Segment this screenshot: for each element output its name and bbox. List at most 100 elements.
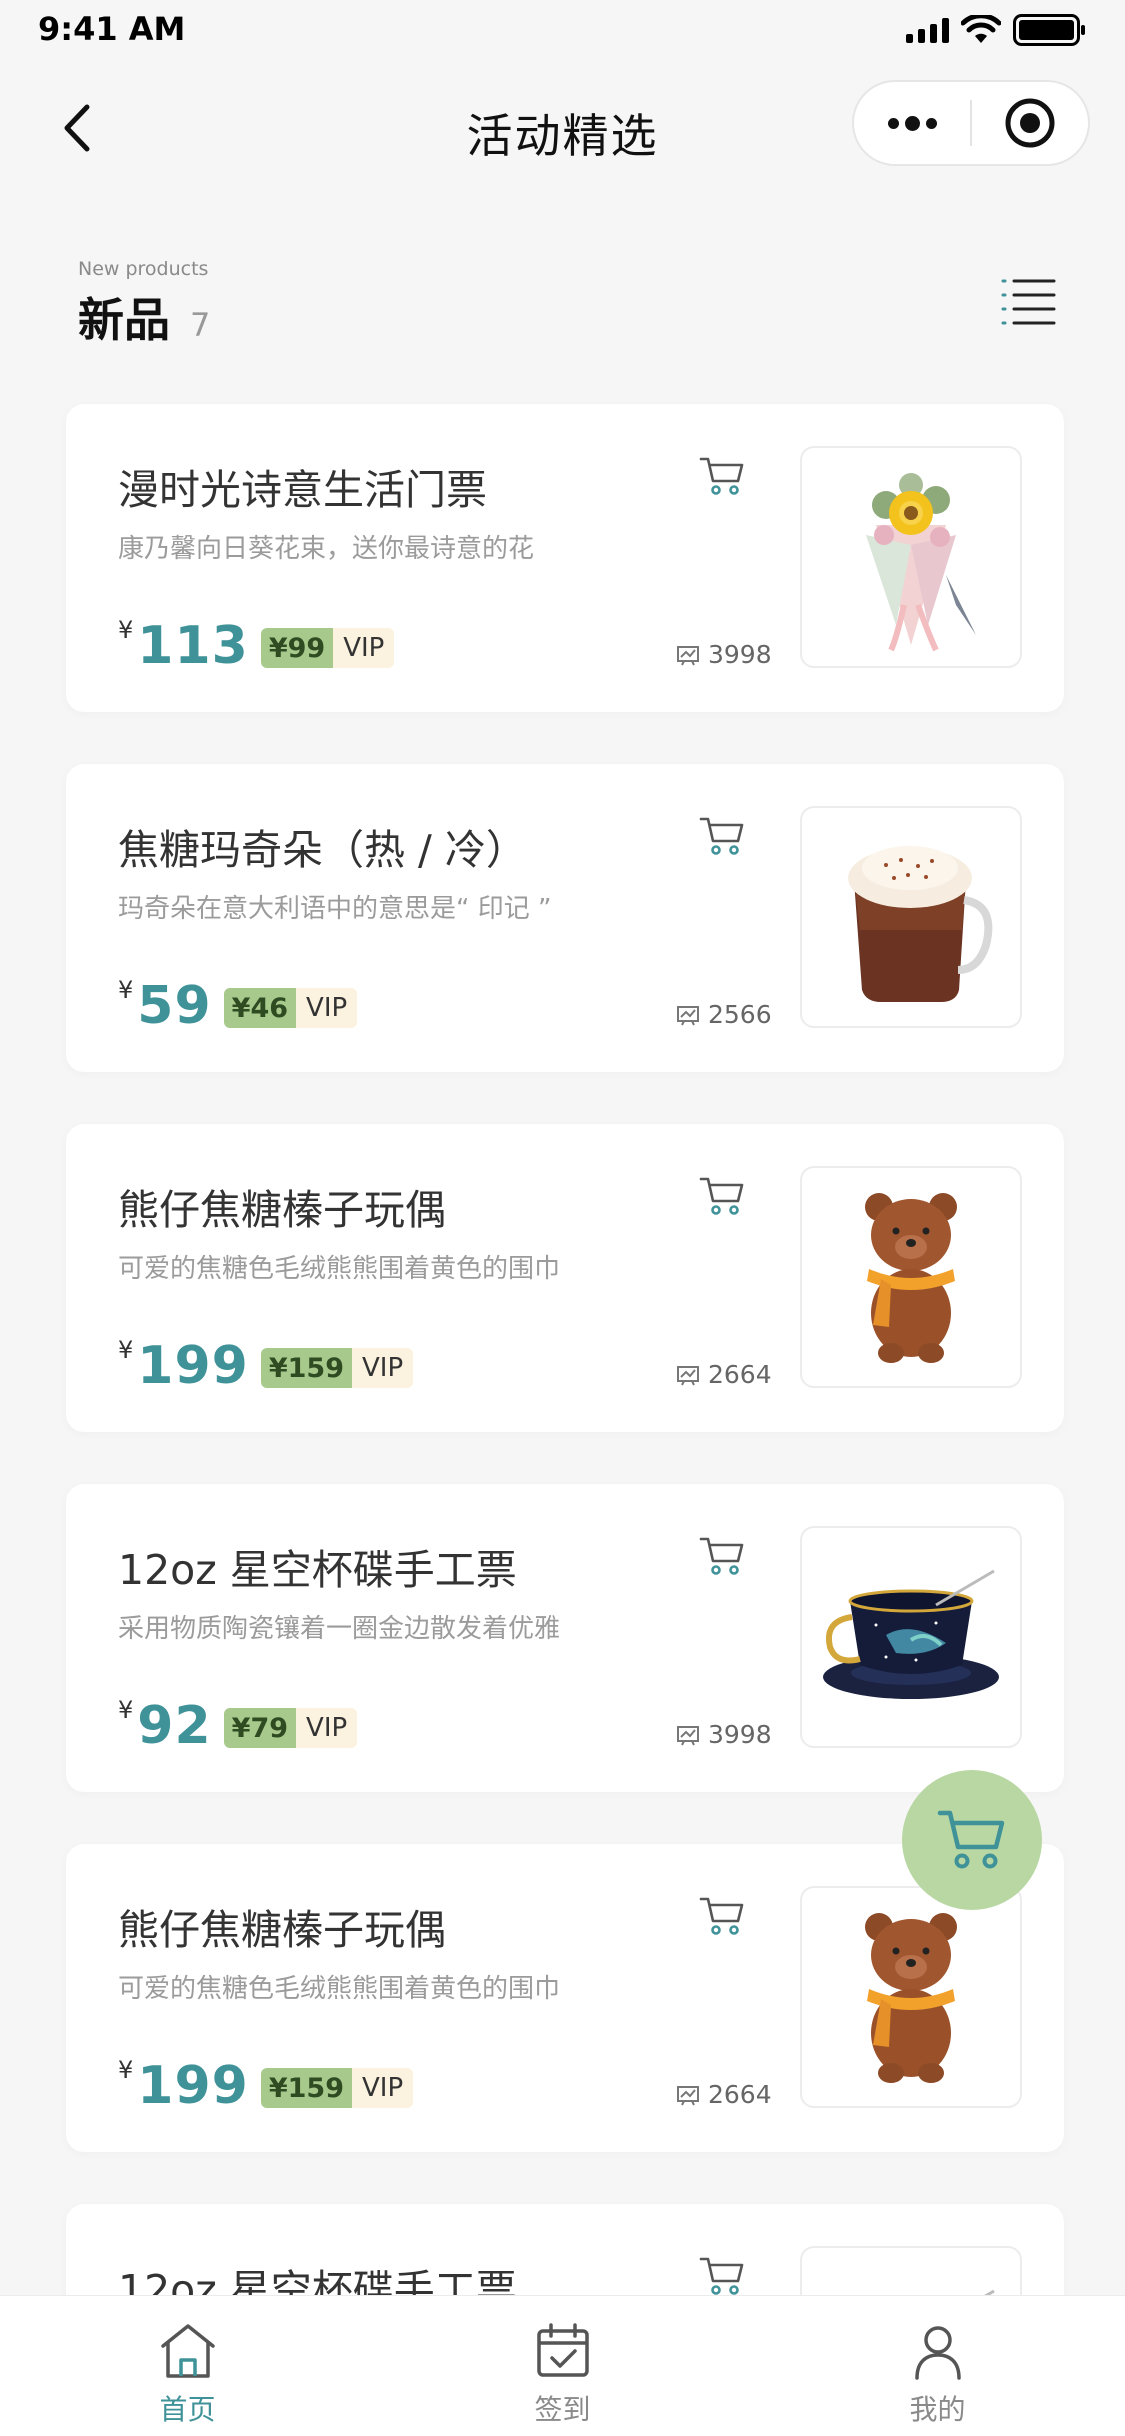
product-card[interactable]: 焦糖玛奇朵（热 / 冷） 玛奇朵在意大利语中的意思是“ 印记 ” ¥59 ¥46 VIP…	[66, 764, 1064, 1072]
calendar-check-icon	[536, 2323, 589, 2377]
tab-checkin[interactable]: 签到	[375, 2296, 750, 2436]
currency-symbol: ¥	[118, 1696, 134, 1724]
product-card[interactable]: 熊仔焦糖榛子玩偶可爱的焦糖色毛绒熊熊围着黄色的围巾 ¥199 ¥159 VIP 2664	[66, 1124, 1064, 1432]
nav-bar: 活动精选	[0, 60, 1125, 190]
section-subtitle: New products	[78, 258, 209, 280]
product-description: 采用物质陶瓷镶着一圈金边散发着优雅	[118, 1614, 561, 1644]
currency-symbol: ¥	[118, 616, 134, 644]
sales-count: 2566	[676, 1000, 772, 1029]
product-image[interactable]	[800, 2246, 1022, 2295]
product-price: 92	[137, 1696, 212, 1756]
list-view-icon[interactable]	[1000, 276, 1058, 328]
product-price: 113	[137, 616, 249, 676]
shopping-cart-icon	[937, 1810, 1005, 1869]
home-icon	[160, 2324, 215, 2378]
product-card[interactable]: 12oz 星空杯碟手工票采用物质陶瓷镶着一圈金边散发着优雅 ¥92 ¥79 VIP 39…	[66, 1484, 1064, 1792]
teddy-bear-image	[851, 1905, 971, 2089]
sales-number: 2566	[708, 1000, 772, 1029]
vip-price-tag: ¥159 VIP	[260, 2068, 414, 2108]
sales-number: 2664	[708, 1360, 772, 1389]
product-image[interactable]	[800, 806, 1022, 1028]
user-icon	[914, 2326, 961, 2380]
price-row: ¥199 ¥159 VIP	[118, 1332, 414, 1396]
vip-price-tag: ¥159 VIP	[260, 1348, 414, 1388]
product-description: 玛奇朵在意大利语中的意思是“ 印记 ”	[118, 894, 552, 924]
mini-program-capsule	[852, 80, 1090, 166]
product-image[interactable]	[800, 1166, 1022, 1388]
status-icons	[906, 14, 1087, 46]
chart-icon	[677, 2085, 699, 2105]
vip-price: ¥159	[260, 1348, 352, 1388]
chart-icon	[677, 645, 699, 665]
sales-number: 3998	[708, 640, 772, 669]
product-price: 59	[137, 976, 212, 1036]
product-card[interactable]: 12oz 星空杯碟手工票	[66, 2204, 1064, 2295]
vip-label: VIP	[351, 2068, 414, 2108]
currency-symbol: ¥	[118, 1336, 134, 1364]
currency-symbol: ¥	[118, 976, 134, 1004]
product-name: 12oz 星空杯碟手工票	[118, 1546, 517, 1594]
product-price: 199	[137, 1336, 249, 1396]
section-header: New products 新品 7	[78, 258, 1058, 348]
vip-price: ¥99	[260, 628, 334, 668]
product-list: 漫时光诗意生活门票 康乃馨向日葵花束，送你最诗意的花 ¥113 ¥99 VIP 3998 焦…	[0, 400, 1125, 2295]
chart-icon	[677, 1725, 699, 1745]
product-name: 漫时光诗意生活门票	[118, 466, 487, 514]
product-card[interactable]: 漫时光诗意生活门票康乃馨向日葵花束，送你最诗意的花 ¥113 ¥99 VIP 3998	[66, 404, 1064, 712]
status-time: 9:41 AM	[38, 10, 186, 48]
product-description: 可爱的焦糖色毛绒熊熊围着黄色的围巾	[118, 1974, 561, 2004]
tab-bar: 首页 签到 我的	[0, 2295, 1125, 2436]
add-to-cart-icon[interactable]	[698, 1534, 746, 1578]
product-price: 199	[137, 2056, 249, 2116]
teddy-bear-image	[851, 1185, 971, 1369]
add-to-cart-icon[interactable]	[698, 1894, 746, 1938]
chart-icon	[677, 1365, 699, 1385]
product-name: 焦糖玛奇朵（热 / 冷）	[118, 826, 527, 874]
chart-icon	[677, 1005, 699, 1025]
product-description: 康乃馨向日葵花束，送你最诗意的花	[118, 534, 535, 564]
product-card[interactable]: 熊仔焦糖榛子玩偶可爱的焦糖色毛绒熊熊围着黄色的围巾 ¥199 ¥159 VIP 2664	[66, 1844, 1064, 2152]
tab-home[interactable]: 首页	[0, 2296, 375, 2436]
price-row: ¥92 ¥79 VIP	[118, 1692, 358, 1756]
close-mini-program-button[interactable]	[972, 82, 1088, 164]
product-image[interactable]	[800, 446, 1022, 668]
product-image[interactable]	[800, 1886, 1022, 2108]
tab-profile[interactable]: 我的	[750, 2296, 1125, 2436]
product-name: 熊仔焦糖榛子玩偶	[118, 1906, 446, 1954]
vip-price: ¥159	[260, 2068, 352, 2108]
add-to-cart-icon[interactable]	[698, 2254, 746, 2295]
price-row: ¥113 ¥99 VIP	[118, 612, 395, 676]
tab-profile-label: 我的	[909, 2393, 966, 2426]
price-row: ¥59 ¥46 VIP	[118, 972, 358, 1036]
sales-number: 3998	[708, 1720, 772, 1749]
product-image[interactable]	[800, 1526, 1022, 1748]
add-to-cart-icon[interactable]	[698, 454, 746, 498]
sunflower-bouquet-image	[836, 455, 986, 659]
caramel-macchiato-image	[826, 820, 996, 1014]
starry-cup-image	[816, 2285, 1006, 2295]
tab-checkin-label: 签到	[534, 2393, 591, 2426]
sales-count: 3998	[676, 1720, 772, 1749]
product-description: 可爱的焦糖色毛绒熊熊围着黄色的围巾	[118, 1254, 561, 1284]
vip-price: ¥79	[223, 1708, 297, 1748]
price-row: ¥199 ¥159 VIP	[118, 2052, 414, 2116]
add-to-cart-icon[interactable]	[698, 1174, 746, 1218]
battery-icon	[1013, 14, 1085, 46]
vip-price: ¥46	[223, 988, 297, 1028]
vip-label: VIP	[333, 628, 395, 668]
target-icon	[1005, 98, 1055, 148]
product-name: 熊仔焦糖榛子玩偶	[118, 1186, 446, 1234]
sales-count: 3998	[676, 640, 772, 669]
sales-count: 2664	[676, 1360, 772, 1389]
more-button[interactable]	[854, 82, 970, 164]
vip-label: VIP	[296, 988, 358, 1028]
wifi-icon	[961, 15, 1001, 43]
section-title: 新品	[78, 293, 170, 347]
vip-price-tag: ¥46 VIP	[223, 988, 358, 1028]
vip-label: VIP	[296, 1708, 358, 1748]
floating-cart-button[interactable]	[902, 1770, 1042, 1910]
sales-count: 2664	[676, 2080, 772, 2109]
add-to-cart-icon[interactable]	[698, 814, 746, 858]
currency-symbol: ¥	[118, 2056, 134, 2084]
section-count: 7	[190, 306, 211, 344]
